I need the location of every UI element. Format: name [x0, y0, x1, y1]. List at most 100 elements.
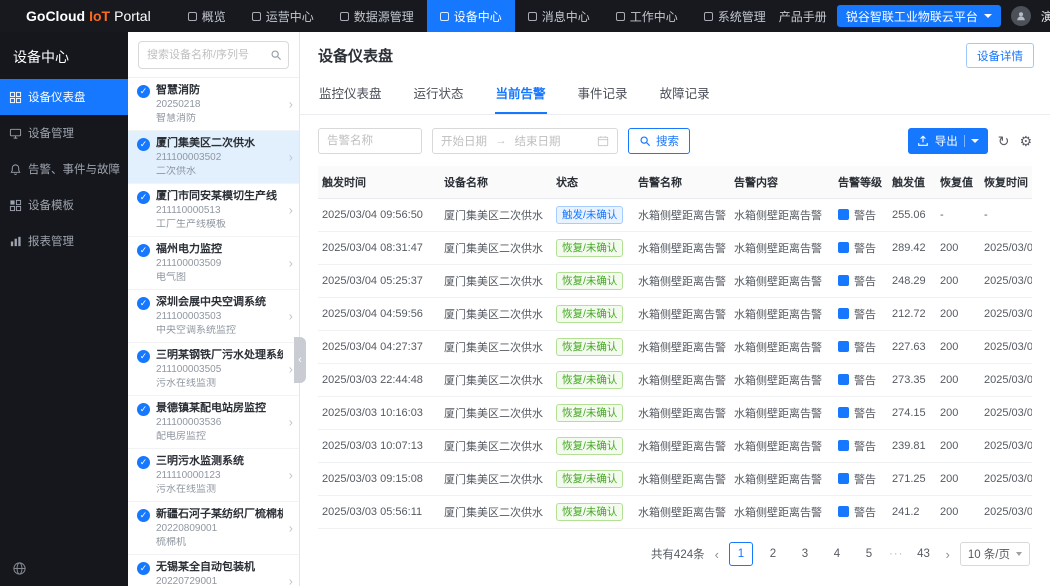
- page-button[interactable]: 3: [793, 542, 817, 566]
- cell-trigger-value: 239.81: [888, 430, 936, 463]
- page-ellipsis[interactable]: ···: [889, 548, 904, 560]
- topnav-item[interactable]: 系统管理: [691, 0, 779, 32]
- device-list-item[interactable]: ✓ 新疆石河子某纺织厂梳棉机 20220809001 梳棉机 ›: [128, 502, 299, 555]
- device-serial: 20220729001: [156, 576, 255, 586]
- tab[interactable]: 当前告警: [495, 74, 547, 114]
- cell-recover-time: 2025/03/04 09: [980, 232, 1032, 265]
- tab[interactable]: 故障记录: [659, 74, 711, 114]
- cell-status: 恢复/未确认: [552, 265, 634, 298]
- cell-trigger-time: 2025/03/03 10:07:13: [318, 430, 440, 463]
- device-list-item[interactable]: ✓ 厦门集美区二次供水 211100003502 二次供水 ›: [128, 131, 299, 184]
- page-button[interactable]: 2: [761, 542, 785, 566]
- level-label: 警告: [854, 438, 876, 454]
- device-detail-button[interactable]: 设备详情: [966, 43, 1034, 68]
- page-button[interactable]: 5: [857, 542, 881, 566]
- status-tag: 恢复/未确认: [556, 437, 623, 455]
- column-header: 告警内容: [730, 166, 834, 199]
- collapse-handle[interactable]: ‹: [294, 337, 306, 383]
- cell-alarm-name: 水箱侧壁距离告警: [634, 364, 730, 397]
- cell-alarm-content: 水箱侧壁距离告警: [730, 397, 834, 430]
- tenant-selector[interactable]: 锐谷智联工业物联云平台: [837, 5, 1001, 27]
- cell-trigger-time: 2025/03/04 05:25:37: [318, 265, 440, 298]
- alarm-name-input[interactable]: [318, 128, 422, 154]
- cell-alarm-content: 水箱侧壁距离告警: [730, 232, 834, 265]
- column-header: 告警等级: [834, 166, 888, 199]
- app-logo: GoCloud IoT Portal: [26, 8, 151, 24]
- settings-gear-icon[interactable]: ⚙: [1019, 134, 1032, 148]
- page-size-select[interactable]: 10 条/页: [960, 542, 1030, 566]
- globe-icon[interactable]: [12, 561, 27, 576]
- warning-level-icon: [838, 440, 849, 451]
- topnav-item-label: 系统管理: [718, 8, 766, 25]
- topbar: GoCloud IoT Portal 概览 运营中心 数据源管理 设备中心 消息…: [0, 0, 1050, 32]
- device-list-item[interactable]: ✓ 三明污水监测系统 211110000123 污水在线监测 ›: [128, 449, 299, 502]
- topnav-item-label: 消息中心: [542, 8, 590, 25]
- cell-recover-value: 200: [936, 331, 980, 364]
- cell-status: 恢复/未确认: [552, 331, 634, 364]
- tab[interactable]: 事件记录: [577, 74, 629, 114]
- search-button[interactable]: 搜索: [628, 128, 690, 154]
- cell-recover-time: 2025/03/04 04: [980, 364, 1032, 397]
- page-button[interactable]: 43: [911, 542, 935, 566]
- cell-alarm-content: 水箱侧壁距离告警: [730, 199, 834, 232]
- device-list-item[interactable]: ✓ 无锡某全自动包装机 20220729001 全自动包装机 ›: [128, 555, 299, 586]
- topnav-item[interactable]: 数据源管理: [327, 0, 427, 32]
- chevron-right-icon: ›: [289, 574, 293, 586]
- chevron-right-icon: ›: [289, 97, 293, 112]
- device-search-input[interactable]: [138, 41, 289, 69]
- device-list-item[interactable]: ✓ 厦门市同安某模切生产线 211110000513 工厂生产线模板 ›: [128, 184, 299, 237]
- sidebar-item[interactable]: 设备仪表盘: [0, 79, 128, 115]
- sidebar-item[interactable]: 告警、事件与故障: [0, 151, 128, 187]
- device-subtitle: 工厂生产线模板: [156, 219, 277, 231]
- pagination: 共有424条 ‹ 12345···43 › 10 条/页: [318, 529, 1032, 566]
- device-serial: 211110000123: [156, 470, 244, 482]
- warning-level-icon: [838, 242, 849, 253]
- cell-status: 恢复/未确认: [552, 232, 634, 265]
- template-icon: [9, 199, 22, 212]
- start-date-placeholder: 开始日期: [441, 133, 487, 149]
- account-name[interactable]: 演示账号: [1041, 8, 1050, 25]
- tab-label: 运行状态: [414, 87, 464, 101]
- next-page-icon[interactable]: ›: [943, 547, 951, 562]
- chevron-right-icon: ›: [289, 150, 293, 165]
- device-list-item[interactable]: ✓ 深圳会展中央空调系统 211100003503 中央空调系统监控 ›: [128, 290, 299, 343]
- check-circle-icon: ✓: [137, 138, 150, 151]
- cell-trigger-time: 2025/03/04 09:56:50: [318, 199, 440, 232]
- device-list-item[interactable]: ✓ 景德镇某配电站房监控 211100003536 配电房监控 ›: [128, 396, 299, 449]
- table-row: 2025/03/03 22:44:48 厦门集美区二次供水 恢复/未确认 水箱侧…: [318, 364, 1032, 397]
- cell-trigger-value: 241.2: [888, 496, 936, 529]
- export-button[interactable]: 导出: [908, 128, 988, 154]
- cell-alarm-name: 水箱侧壁距离告警: [634, 298, 730, 331]
- device-serial: 211100003502: [156, 152, 255, 164]
- cell-recover-time: 2025/03/04 08: [980, 265, 1032, 298]
- date-range-picker[interactable]: 开始日期 → 结束日期: [432, 128, 618, 154]
- topnav-item[interactable]: 运营中心: [239, 0, 327, 32]
- avatar[interactable]: [1011, 6, 1031, 26]
- refresh-icon[interactable]: ↻: [998, 134, 1010, 148]
- sidebar-item[interactable]: 设备管理: [0, 115, 128, 151]
- device-list-item[interactable]: ✓ 三明某钢铁厂污水处理系统 211100003505 污水在线监测 ›: [128, 343, 299, 396]
- tab[interactable]: 运行状态: [413, 74, 465, 114]
- cell-recover-time: 2025/03/03 10: [980, 430, 1032, 463]
- product-manual-link[interactable]: 产品手册: [779, 8, 827, 25]
- cell-status: 恢复/未确认: [552, 430, 634, 463]
- tab[interactable]: 监控仪表盘: [318, 74, 383, 114]
- prev-page-icon[interactable]: ‹: [713, 547, 721, 562]
- device-list-item[interactable]: ✓ 福州电力监控 211100003509 电气图 ›: [128, 237, 299, 290]
- page-button[interactable]: 4: [825, 542, 849, 566]
- cell-alarm-name: 水箱侧壁距离告警: [634, 331, 730, 364]
- level-label: 警告: [854, 405, 876, 421]
- page-button[interactable]: 1: [729, 542, 753, 566]
- cell-recover-time: 2025/03/04 05: [980, 298, 1032, 331]
- device-list-item[interactable]: ✓ 智慧消防 20250218 智慧消防 ›: [128, 78, 299, 131]
- topnav-item[interactable]: 消息中心: [515, 0, 603, 32]
- topnav-item[interactable]: 设备中心: [427, 0, 515, 32]
- caret-down-icon: [971, 139, 979, 143]
- user-icon: [1015, 10, 1027, 22]
- topnav-item[interactable]: 概览: [175, 0, 239, 32]
- cell-level: 警告: [834, 199, 888, 232]
- sidebar-item[interactable]: 报表管理: [0, 223, 128, 259]
- cell-recover-value: -: [936, 199, 980, 232]
- topnav-item[interactable]: 工作中心: [603, 0, 691, 32]
- sidebar-item[interactable]: 设备模板: [0, 187, 128, 223]
